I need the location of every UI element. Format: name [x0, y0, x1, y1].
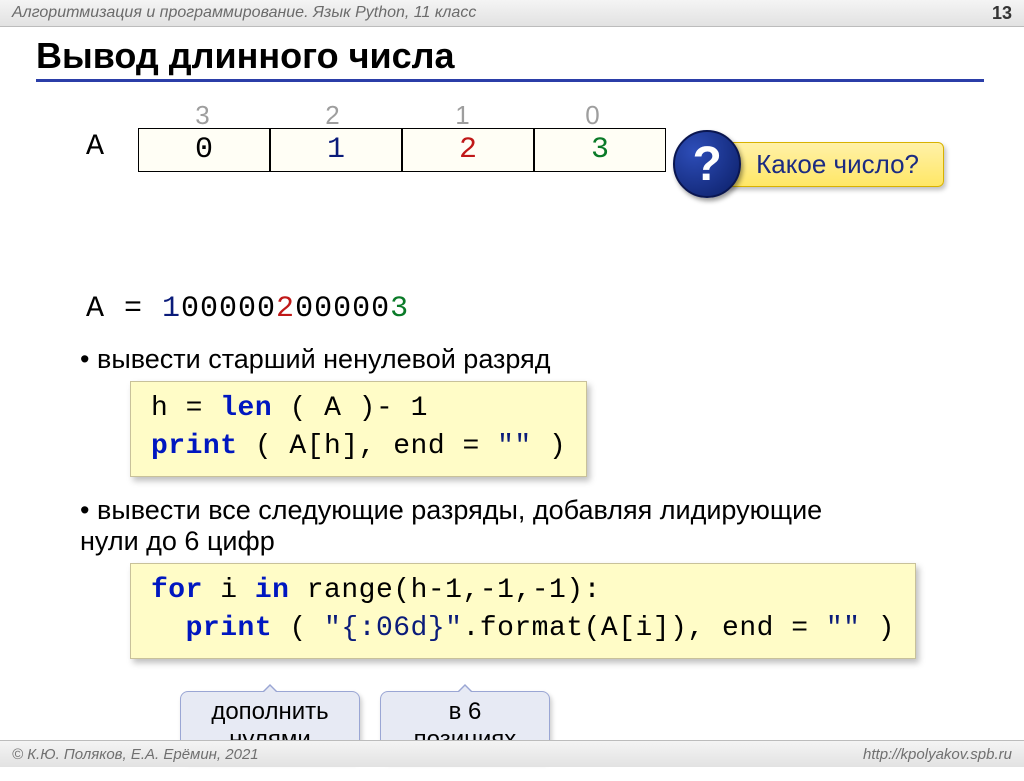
- question: ? Какое число?: [673, 130, 944, 198]
- bullet-1: вывести старший ненулевой разряд: [80, 344, 1024, 375]
- seg: 1: [162, 292, 181, 326]
- tok-keyword: in: [255, 575, 290, 606]
- array-cell: 0: [138, 128, 270, 172]
- code-block-1: h = len ( A )- 1 print ( A[h], end = "" …: [130, 381, 587, 477]
- tok: h: [151, 393, 168, 424]
- tok: =: [774, 613, 826, 644]
- seg: 00000: [295, 292, 390, 326]
- tok: i: [203, 575, 255, 606]
- array-cell: 1: [270, 128, 402, 172]
- code-block-2: for i in range(h-1,-1,-1): print ( "{:06…: [130, 563, 916, 659]
- array-row: 0 1 2 3: [138, 128, 666, 172]
- tok: ): [532, 431, 567, 462]
- tok-str: "": [826, 613, 861, 644]
- tok-keyword: len: [220, 393, 272, 424]
- tok: range(h: [289, 575, 427, 606]
- tok: =: [445, 431, 497, 462]
- array-cell: 2: [402, 128, 534, 172]
- tok: -1: [428, 575, 463, 606]
- tok: -1: [480, 575, 515, 606]
- a-prefix: A =: [86, 292, 162, 326]
- tok-keyword: for: [151, 575, 203, 606]
- seg: 2: [276, 292, 295, 326]
- tok: ( A[h], end: [238, 431, 446, 462]
- bullet-2: вывести все следующие разряды, добавляя …: [80, 495, 840, 557]
- array-block: 3 2 1 0 A 0 1 2 3 ? Какое число?: [50, 100, 1024, 200]
- seg: 3: [390, 292, 409, 326]
- tok-keyword: print: [151, 613, 272, 644]
- tok: - 1: [376, 393, 428, 424]
- tok: .format(A[i]), end: [462, 613, 773, 644]
- slide-title: Вывод длинного числа: [36, 35, 984, 82]
- index-cell: 1: [398, 100, 528, 131]
- header-bar: Алгоритмизация и программирование. Язык …: [0, 0, 1024, 27]
- tok: ,: [462, 575, 479, 606]
- tok: ): [860, 613, 895, 644]
- tok: -1: [532, 575, 567, 606]
- seg: 00000: [181, 292, 276, 326]
- page-number: 13: [992, 3, 1012, 24]
- index-cell: 3: [138, 100, 268, 131]
- value-line: A = 1000002000003: [86, 292, 1024, 326]
- tok: =: [168, 393, 220, 424]
- tok-keyword: print: [151, 431, 238, 462]
- question-mark-icon: ?: [673, 130, 741, 198]
- tok-str: "{:06d}": [324, 613, 462, 644]
- index-cell: 2: [268, 100, 398, 131]
- tok: ,: [514, 575, 531, 606]
- index-row: 3 2 1 0: [138, 100, 658, 131]
- tok-str: "": [497, 431, 532, 462]
- footer-bar: © К.Ю. Поляков, Е.А. Ерёмин, 2021 http:/…: [0, 740, 1024, 767]
- footer-left: © К.Ю. Поляков, Е.А. Ерёмин, 2021: [12, 746, 259, 763]
- footer-right: http://kpolyakov.spb.ru: [863, 746, 1012, 763]
- tok: ):: [566, 575, 601, 606]
- tok: (: [272, 613, 324, 644]
- content: 3 2 1 0 A 0 1 2 3 ? Какое число? A = 100…: [50, 100, 1024, 781]
- question-text: Какое число?: [723, 142, 944, 187]
- array-label: A: [86, 130, 104, 164]
- array-cell: 3: [534, 128, 666, 172]
- header-left: Алгоритмизация и программирование. Язык …: [12, 4, 476, 22]
- index-cell: 0: [528, 100, 658, 131]
- tok: ( A ): [272, 393, 376, 424]
